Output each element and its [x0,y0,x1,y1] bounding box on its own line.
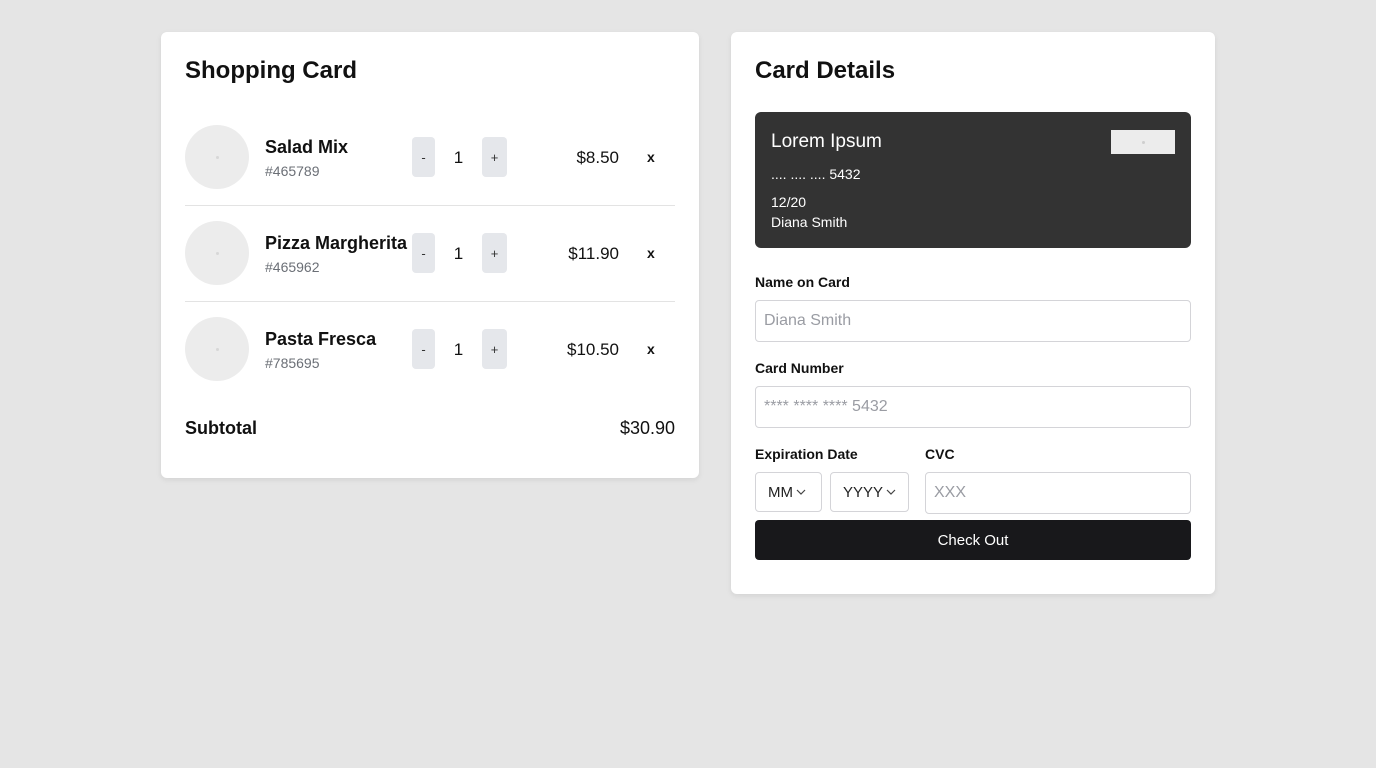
cart-item: Pasta Fresca #785695 - 1 + $10.50 x [185,302,675,398]
card-number-display: .... .... .... 5432 [771,166,861,182]
card-holder-display: Diana Smith [771,214,848,230]
remove-item-button[interactable]: x [647,149,655,165]
image-placeholder-icon [215,155,219,159]
cart-item: Pizza Margherita #465962 - 1 + $11.90 x [185,206,675,302]
increase-quantity-button[interactable]: + [482,233,507,273]
item-quantity: 1 [453,244,464,263]
remove-item-button[interactable]: x [647,245,655,261]
checkout-button[interactable]: Check Out [755,520,1191,560]
decrease-quantity-button[interactable]: - [412,233,435,273]
card-logo [1111,130,1175,154]
item-price: $10.50 [567,340,619,359]
increase-quantity-button[interactable]: + [482,329,507,369]
increase-quantity-button[interactable]: + [482,137,507,177]
details-title: Card Details [755,57,896,84]
name-on-card-group: Name on Card [755,274,1191,342]
card-expiry-display: 12/20 [771,194,807,210]
cvc-input[interactable] [925,472,1191,514]
item-sku: #465789 [265,163,320,179]
item-name: Pasta Fresca [265,329,377,349]
expiry-month-value: MM [768,483,793,501]
item-sku: #465962 [265,259,320,275]
item-price: $8.50 [576,148,619,167]
expiry-year-value: YYYY [843,483,884,501]
item-quantity: 1 [453,148,464,167]
item-name: Pizza Margherita [265,233,408,253]
subtotal-row: Subtotal $30.90 [185,408,675,448]
image-placeholder-icon [215,347,219,351]
card-number-group: Card Number [755,360,1191,428]
item-name: Salad Mix [265,137,349,157]
name-on-card-label: Name on Card [755,274,850,290]
expiry-cvc-row: Expiration Date MM YYYY CVC [755,446,1191,514]
expiration-date-label: Expiration Date [755,446,858,462]
card-number-input[interactable] [755,386,1191,428]
expiry-year-select[interactable]: YYYY [830,472,909,512]
decrease-quantity-button[interactable]: - [412,329,435,369]
cart-item-list: Salad Mix #465789 - 1 + $8.50 x Pizza Ma… [185,110,675,398]
remove-item-button[interactable]: x [647,341,655,357]
card-brand: Lorem Ipsum [771,131,882,152]
cvc-group: CVC [925,446,1191,514]
item-image [185,125,249,189]
expiration-group: Expiration Date MM YYYY [755,446,909,512]
item-quantity: 1 [453,340,464,359]
name-on-card-input[interactable] [755,300,1191,342]
chevron-down-icon [886,489,896,495]
image-placeholder-icon [215,251,219,255]
subtotal-label: Subtotal [185,418,257,438]
card-number-label: Card Number [755,360,844,376]
credit-card-preview: Lorem Ipsum .... .... .... 5432 12/20 Di… [755,112,1191,248]
item-image [185,317,249,381]
item-price: $11.90 [568,244,619,263]
cart-item: Salad Mix #465789 - 1 + $8.50 x [185,110,675,206]
chevron-down-icon [796,489,806,495]
cart-title: Shopping Card [185,57,357,84]
card-details-panel: Card Details Lorem Ipsum .... .... .... … [731,32,1215,594]
item-sku: #785695 [265,355,320,371]
subtotal-value: $30.90 [619,418,675,438]
shopping-cart-panel: Shopping Card Salad Mix #465789 - 1 + $8… [161,32,699,478]
item-image [185,221,249,285]
cvc-label: CVC [925,446,955,462]
decrease-quantity-button[interactable]: - [412,137,435,177]
card-logo-icon [1141,140,1145,144]
expiry-month-select[interactable]: MM [755,472,822,512]
